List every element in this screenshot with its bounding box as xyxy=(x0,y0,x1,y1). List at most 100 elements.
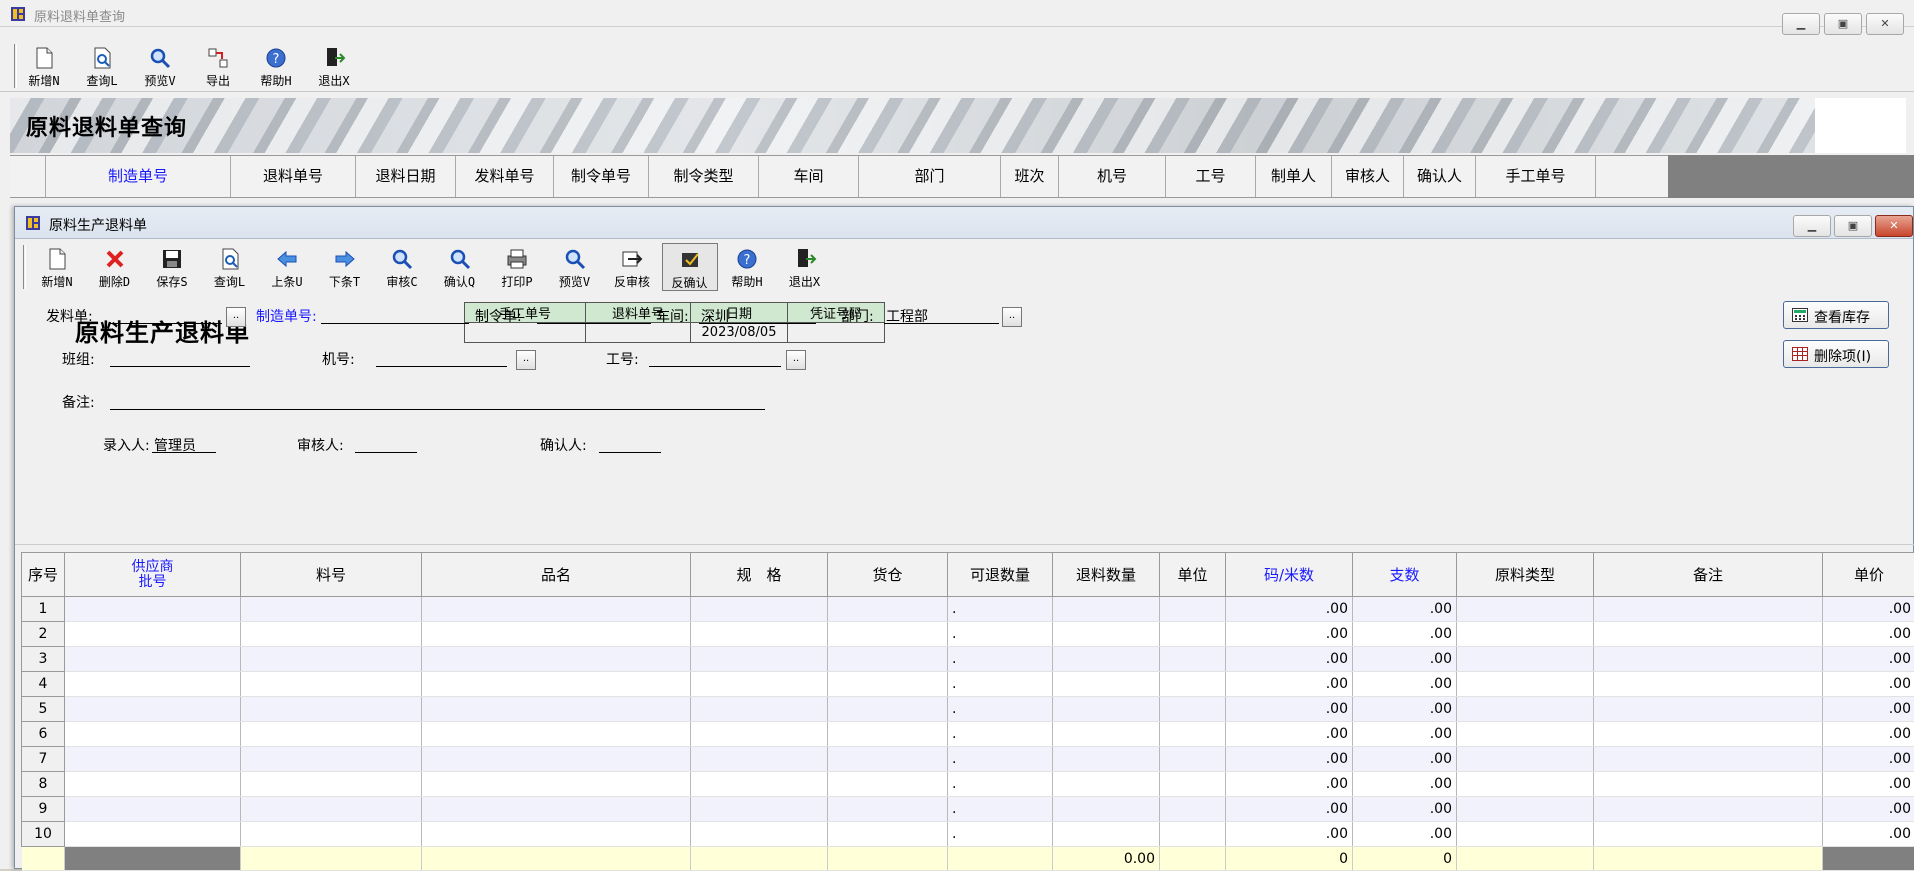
spec-cell[interactable] xyxy=(691,672,828,697)
query-col-header[interactable]: 手工单号 xyxy=(1476,156,1596,197)
unit-cell[interactable] xyxy=(1160,822,1226,847)
supplier-batch-cell[interactable] xyxy=(65,622,241,647)
warehouse-cell[interactable] xyxy=(828,622,948,647)
returnable-qty-cell[interactable]: . xyxy=(948,747,1053,772)
returnable-qty-cell[interactable]: . xyxy=(948,622,1053,647)
supplier-batch-cell[interactable] xyxy=(65,797,241,822)
supplier-batch-cell[interactable] xyxy=(65,647,241,672)
table-row[interactable]: 2..00.00.00 xyxy=(22,622,1914,647)
warehouse-cell[interactable] xyxy=(828,797,948,822)
item-name-cell[interactable] xyxy=(422,647,691,672)
inner-minimize-button[interactable]: ▁ xyxy=(1793,215,1831,237)
remark-cell[interactable] xyxy=(1594,722,1823,747)
returnable-qty-cell[interactable]: . xyxy=(948,672,1053,697)
unit-price-cell[interactable]: .00 xyxy=(1823,672,1914,697)
spec-cell[interactable] xyxy=(691,597,828,622)
spec-cell[interactable] xyxy=(691,622,828,647)
col-item-no[interactable]: 料号 xyxy=(241,553,422,597)
query-col-header[interactable]: 审核人 xyxy=(1332,156,1404,197)
item-no-cell[interactable] xyxy=(241,697,422,722)
return-qty-cell[interactable] xyxy=(1053,597,1160,622)
unit-price-cell[interactable]: .00 xyxy=(1823,722,1914,747)
query-col-header[interactable]: 发料单号 xyxy=(456,156,554,197)
toolbar-button-query[interactable]: 查询L xyxy=(74,42,130,90)
warehouse-cell[interactable] xyxy=(828,772,948,797)
col-return-qty[interactable]: 退料数量 xyxy=(1053,553,1160,597)
unit-cell[interactable] xyxy=(1160,697,1226,722)
returnable-qty-cell[interactable]: . xyxy=(948,772,1053,797)
yards-cell[interactable]: .00 xyxy=(1226,597,1353,622)
material-type-cell[interactable] xyxy=(1457,747,1594,772)
toolbar-button-preview[interactable]: 预览V xyxy=(547,243,603,291)
col-material-type[interactable]: 原料类型 xyxy=(1457,553,1594,597)
mfg-no-field[interactable] xyxy=(321,306,469,324)
dept-lookup-button[interactable]: .. xyxy=(1002,307,1022,327)
close-button[interactable]: ✕ xyxy=(1866,13,1904,35)
item-name-cell[interactable] xyxy=(422,672,691,697)
unit-cell[interactable] xyxy=(1160,722,1226,747)
item-no-cell[interactable] xyxy=(241,597,422,622)
item-name-cell[interactable] xyxy=(422,747,691,772)
table-row[interactable]: 1..00.00.00 xyxy=(22,597,1914,622)
remark-cell[interactable] xyxy=(1594,647,1823,672)
table-row[interactable]: 8..00.00.00 xyxy=(22,772,1914,797)
maximize-button[interactable]: ▣ xyxy=(1824,13,1862,35)
material-type-cell[interactable] xyxy=(1457,822,1594,847)
pieces-cell[interactable]: .00 xyxy=(1353,647,1457,672)
query-col-header[interactable]: 车间 xyxy=(759,156,859,197)
return-qty-cell[interactable] xyxy=(1053,772,1160,797)
col-warehouse[interactable]: 货仓 xyxy=(828,553,948,597)
returnable-qty-cell[interactable]: . xyxy=(948,822,1053,847)
yards-cell[interactable]: .00 xyxy=(1226,747,1353,772)
pieces-cell[interactable]: .00 xyxy=(1353,747,1457,772)
remark-cell[interactable] xyxy=(1594,672,1823,697)
spec-cell[interactable] xyxy=(691,822,828,847)
item-name-cell[interactable] xyxy=(422,822,691,847)
unit-price-cell[interactable]: .00 xyxy=(1823,747,1914,772)
item-name-cell[interactable] xyxy=(422,622,691,647)
col-unit-price[interactable]: 单价 xyxy=(1823,553,1914,597)
unit-price-cell[interactable]: .00 xyxy=(1823,622,1914,647)
unit-cell[interactable] xyxy=(1160,747,1226,772)
query-col-header[interactable]: 机号 xyxy=(1059,156,1166,197)
toolbar-button-delete[interactable]: 删除D xyxy=(87,243,143,291)
item-name-cell[interactable] xyxy=(422,597,691,622)
pieces-cell[interactable]: .00 xyxy=(1353,722,1457,747)
unit-cell[interactable] xyxy=(1160,597,1226,622)
spec-cell[interactable] xyxy=(691,747,828,772)
machine-field[interactable] xyxy=(376,349,507,367)
toolbar-button-print[interactable]: 打印P xyxy=(489,243,545,291)
unit-price-cell[interactable]: .00 xyxy=(1823,697,1914,722)
table-row[interactable]: 6..00.00.00 xyxy=(22,722,1914,747)
toolbar-button-confirm[interactable]: 确认Q xyxy=(432,243,488,291)
remark-cell[interactable] xyxy=(1594,772,1823,797)
col-seq[interactable]: 序号 xyxy=(22,553,65,597)
query-col-header[interactable]: 工号 xyxy=(1166,156,1256,197)
toolbar-button-new-doc[interactable]: 新增N xyxy=(16,42,72,90)
item-name-cell[interactable] xyxy=(422,772,691,797)
date-field[interactable]: 2023/08/05 xyxy=(691,323,788,343)
toolbar-button-unaudit[interactable]: 反审核 xyxy=(604,243,660,291)
inner-maximize-button[interactable]: ▣ xyxy=(1834,215,1872,237)
item-no-cell[interactable] xyxy=(241,772,422,797)
supplier-batch-cell[interactable] xyxy=(65,672,241,697)
warehouse-cell[interactable] xyxy=(828,722,948,747)
toolbar-button-next-arrow[interactable]: 下条T xyxy=(317,243,373,291)
unit-price-cell[interactable]: .00 xyxy=(1823,647,1914,672)
pieces-cell[interactable]: .00 xyxy=(1353,797,1457,822)
yards-cell[interactable]: .00 xyxy=(1226,722,1353,747)
return-qty-cell[interactable] xyxy=(1053,797,1160,822)
pieces-cell[interactable]: .00 xyxy=(1353,622,1457,647)
query-col-header[interactable]: 制单人 xyxy=(1256,156,1332,197)
returnable-qty-cell[interactable]: . xyxy=(948,597,1053,622)
table-row[interactable]: 4..00.00.00 xyxy=(22,672,1914,697)
unit-cell[interactable] xyxy=(1160,622,1226,647)
toolbar-button-audit[interactable]: 审核C xyxy=(374,243,430,291)
item-no-cell[interactable] xyxy=(241,672,422,697)
supplier-batch-cell[interactable] xyxy=(65,822,241,847)
return-qty-cell[interactable] xyxy=(1053,722,1160,747)
pieces-cell[interactable]: .00 xyxy=(1353,697,1457,722)
remark-cell[interactable] xyxy=(1594,747,1823,772)
yards-cell[interactable]: .00 xyxy=(1226,697,1353,722)
warehouse-cell[interactable] xyxy=(828,597,948,622)
